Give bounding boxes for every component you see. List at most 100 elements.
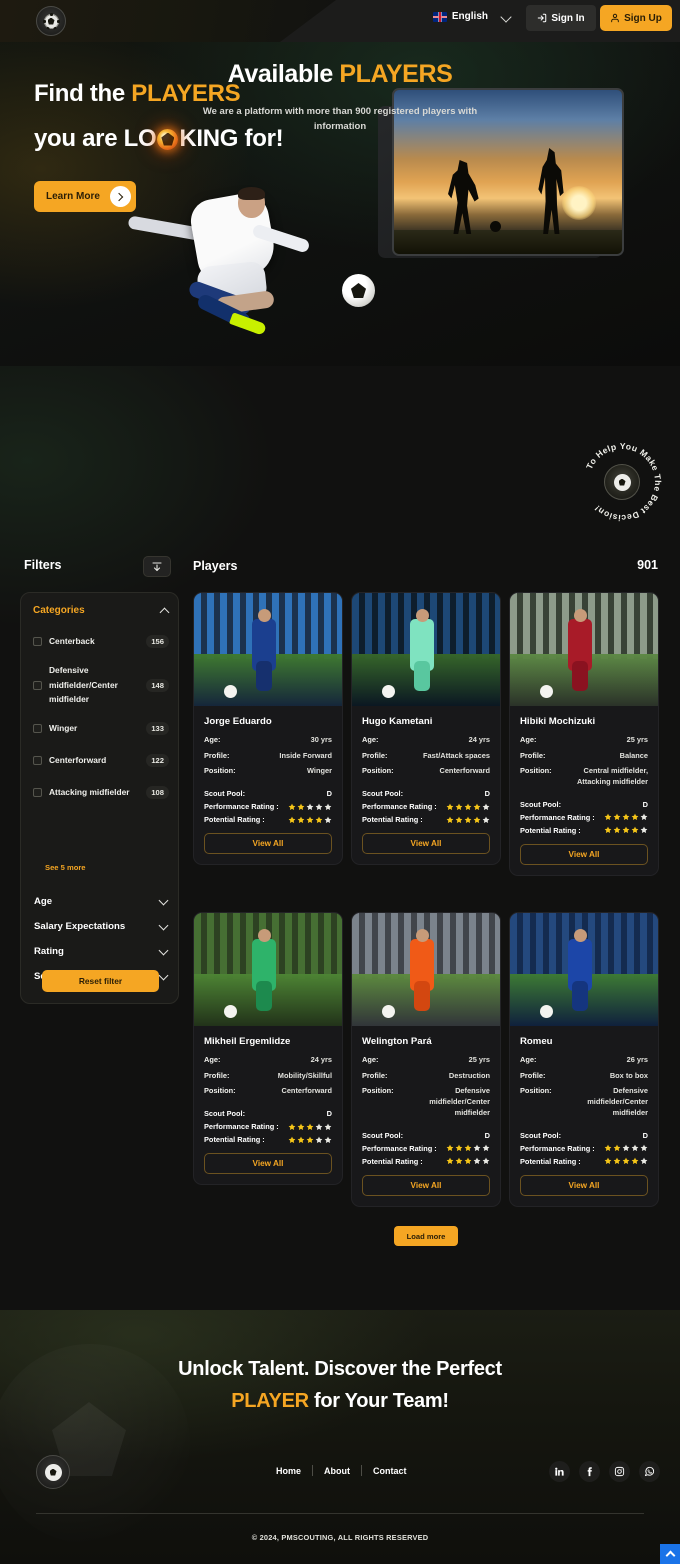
footer-link-home[interactable]: Home [276, 1466, 301, 1476]
position-label: Position: [520, 1086, 552, 1096]
view-all-button[interactable]: View All [520, 1174, 648, 1196]
footer-logo[interactable] [36, 1455, 70, 1489]
category-filter-row[interactable]: Centerback 156 [33, 631, 169, 652]
potential-stars [446, 816, 490, 824]
star-icon [464, 1144, 472, 1152]
player-performance-row: Performance Rating : [204, 802, 332, 811]
age-label: Age: [520, 735, 537, 744]
sign-in-label: Sign In [551, 12, 585, 24]
player-head [258, 609, 271, 622]
hero-player-cutout [120, 186, 380, 366]
star-icon [622, 814, 630, 821]
footer-link-contact[interactable]: Contact [373, 1466, 407, 1476]
site-logo[interactable] [36, 6, 66, 36]
sign-in-button[interactable]: Sign In [526, 5, 596, 31]
player-photo [352, 593, 500, 706]
reset-filter-button[interactable]: Reset filter [42, 970, 159, 992]
reset-filter-label: Reset filter [78, 976, 123, 986]
category-checkbox[interactable] [33, 680, 42, 690]
player-name: Welington Pará [362, 1036, 432, 1047]
whatsapp-button[interactable] [639, 1461, 660, 1482]
player-photo [352, 913, 500, 1026]
star-icon [482, 1144, 490, 1152]
player-info: Hugo Kametani Age: 24 yrs Profile: Fast/Atta… [352, 706, 500, 824]
star-icon [324, 1123, 332, 1130]
match-ball [382, 685, 395, 698]
potential-label: Potential Rating : [520, 825, 581, 835]
player-card[interactable]: Jorge Eduardo Age: 30 yrs Profile: Inside Fo… [193, 592, 343, 866]
star-icon [324, 1136, 332, 1143]
player-card[interactable]: Hugo Kametani Age: 24 yrs Profile: Fast/Atta… [351, 592, 501, 866]
player-potential-row: Potential Rating : [362, 1157, 490, 1166]
footer-nav-divider [361, 1465, 363, 1476]
silhouette-player-1 [448, 160, 479, 234]
player-profile-row: Profile: Balance [520, 751, 648, 762]
star-icon [446, 803, 454, 810]
categories-title: Categories [33, 605, 85, 616]
instagram-button[interactable] [609, 1461, 630, 1482]
performance-stars [604, 1144, 648, 1152]
view-all-button[interactable]: View All [204, 1153, 332, 1175]
category-checkbox[interactable] [33, 637, 42, 646]
player-card[interactable]: Welington Pará Age: 25 yrs Profile: Destruct… [351, 912, 501, 1207]
category-filter-row[interactable]: Defensive midfielder/Center midfielder 14… [33, 663, 169, 707]
categories-accordion-header[interactable]: Categories [33, 605, 170, 617]
view-all-button[interactable]: View All [204, 833, 332, 855]
player-age-row: Age: 26 yrs [520, 1055, 648, 1066]
view-all-button[interactable]: View All [362, 833, 490, 855]
linkedin-button[interactable] [549, 1461, 570, 1482]
match-ball [540, 1005, 553, 1018]
star-icon [288, 803, 296, 810]
star-icon [315, 816, 323, 823]
players-heading: Players [193, 559, 238, 573]
star-icon [473, 1144, 481, 1152]
potential-label: Potential Rating : [362, 815, 423, 825]
available-players-subtitle: We are a platform with more than 900 reg… [202, 106, 478, 133]
view-all-button[interactable]: View All [362, 1174, 490, 1196]
age-label: Age: [204, 735, 221, 744]
star-icon [613, 827, 621, 834]
category-filter-list: Centerback 156 Defensive midfielder/Center… [33, 631, 169, 814]
load-more-button[interactable]: Load more [394, 1226, 458, 1246]
performance-label: Performance Rating : [520, 1143, 595, 1153]
potential-stars [288, 1136, 332, 1144]
see-more-link[interactable]: See 5 more [45, 863, 86, 872]
player-head [416, 929, 429, 942]
login-icon [538, 13, 547, 23]
player-performance-row: Performance Rating : [204, 1122, 332, 1131]
player-card[interactable]: Mikheil Ergemlidze Age: 24 yrs Profile: Mobi… [193, 912, 343, 1186]
footer-link-about[interactable]: About [324, 1466, 350, 1476]
language-selector[interactable]: English [432, 11, 488, 22]
star-icon [288, 1123, 296, 1130]
filter-accordion-row[interactable]: Rating [21, 939, 180, 964]
category-filter-row[interactable]: Winger 133 [33, 718, 169, 739]
star-icon [315, 1136, 323, 1143]
category-checkbox[interactable] [33, 756, 42, 766]
filter-download-button[interactable] [143, 556, 171, 577]
player-photo [510, 593, 658, 706]
star-icon [455, 803, 463, 810]
player-card[interactable]: Romeu Age: 26 yrs Profile: Box to box Positio… [509, 912, 659, 1207]
facebook-button[interactable] [579, 1461, 600, 1482]
chevron-up-icon [159, 607, 170, 617]
scout-pool-label: Scout Pool: [520, 799, 562, 809]
player-card[interactable]: Hibiki Mochizuki Age: 25 yrs Profile: Balanc… [509, 592, 659, 876]
category-filter-row[interactable]: Attacking midfielder 108 [33, 782, 169, 803]
player-position-row: Position: Central midfielder, Attacking m… [520, 766, 648, 787]
whatsapp-icon [644, 1466, 655, 1477]
view-all-button[interactable]: View All [520, 843, 648, 865]
category-filter-row[interactable]: Centerforward 122 [33, 750, 169, 771]
filter-accordion-row[interactable]: Age [21, 889, 180, 914]
scout-pool-label: Scout Pool: [204, 1109, 246, 1119]
filter-accordion-row[interactable]: Salary Expectations [21, 914, 180, 939]
cta-line1: Unlock Talent. Discover the Perfect [178, 1358, 502, 1380]
scout-pool-label: Scout Pool: [204, 789, 246, 799]
age-value: 24 yrs [310, 1055, 332, 1064]
scout-pool-value: D [484, 1130, 490, 1140]
performance-label: Performance Rating : [520, 812, 595, 822]
category-checkbox[interactable] [33, 724, 42, 734]
sign-up-button[interactable]: Sign Up [600, 5, 672, 31]
category-checkbox[interactable] [33, 788, 42, 798]
scroll-to-top-button[interactable] [660, 1544, 680, 1564]
star-icon [297, 803, 305, 810]
